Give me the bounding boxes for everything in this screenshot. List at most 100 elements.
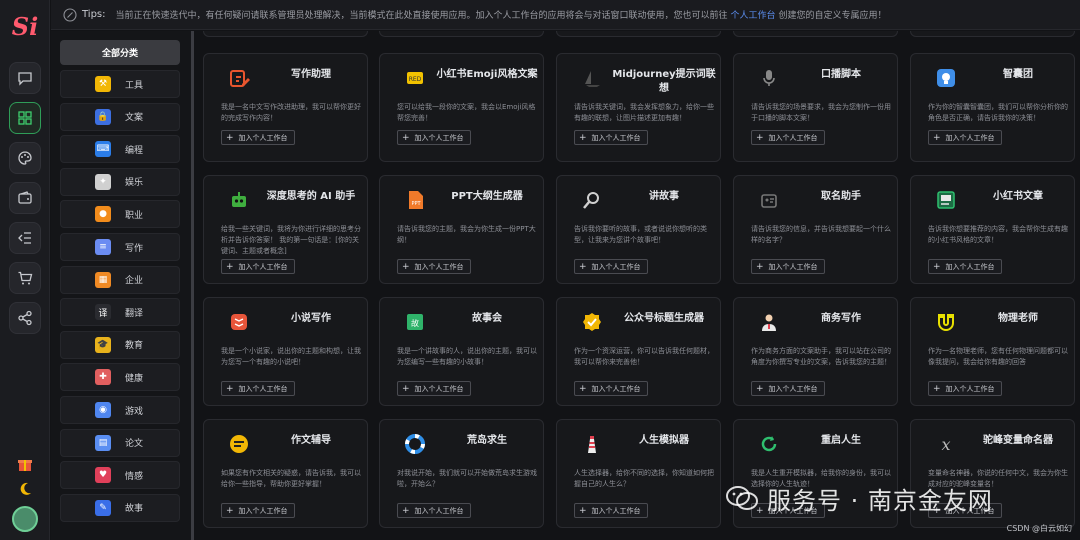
add-to-workspace-button[interactable]: + 加入个人工作台 bbox=[397, 259, 471, 274]
category-item[interactable]: 译 翻译 bbox=[60, 298, 180, 327]
add-to-workspace-button[interactable]: + 加入个人工作台 bbox=[928, 503, 1002, 518]
store-button[interactable] bbox=[9, 262, 41, 294]
category-item[interactable]: 🎓 教育 bbox=[60, 330, 180, 359]
add-to-workspace-button[interactable]: + 加入个人工作台 bbox=[397, 503, 471, 518]
plus-icon: + bbox=[933, 261, 941, 272]
app-card[interactable]: 作文辅导 如果您有作文相关的疑惑，请告诉我，我可以给你一些指导，帮助你更好掌握！ +… bbox=[203, 419, 368, 528]
add-to-workspace-button[interactable]: + 加入个人工作台 bbox=[574, 259, 648, 274]
category-item[interactable]: ≡ 写作 bbox=[60, 233, 180, 261]
add-to-workspace-button[interactable]: + 加入个人工作台 bbox=[751, 259, 825, 274]
plus-icon: + bbox=[933, 383, 941, 394]
app-card[interactable]: 取名助手请告诉我您的信息，并告诉我想要起一个什么样的名字？ + 加入个人工作台 bbox=[733, 175, 898, 284]
category-icon: ✚ bbox=[95, 369, 111, 386]
app-card-title: 荒岛求生 bbox=[467, 435, 507, 446]
moon-icon[interactable] bbox=[16, 480, 34, 498]
app-card[interactable]: 商务写作 作为商务方面的文案助手，我可以站在公司的角度为你撰写专业的文案，告诉我您… bbox=[733, 297, 898, 406]
add-to-workspace-button[interactable]: + 加入个人工作台 bbox=[574, 381, 648, 396]
app-card-title: 智囊团 bbox=[1003, 69, 1033, 80]
app-card-title: 商务写作 bbox=[821, 313, 861, 324]
category-icon: 🔒 bbox=[95, 108, 111, 125]
app-card[interactable]: 写作助理 我是一名中文写作改进助理，我可以帮你更好的完成写作内容！ + 加入个人工作台 bbox=[203, 53, 368, 162]
app-card[interactable]: 物理老师 作为一名物理老师，您有任何物理问题都可以像我提问，我会给你有趣的回答 + 加… bbox=[910, 297, 1075, 406]
app-card[interactable]: 人生模拟器 人生选择器，给你不同的选择，你知道如何把握自己的人生么？ + 加入个人工作… bbox=[556, 419, 721, 528]
add-to-workspace-label: 加入个人工作台 bbox=[768, 262, 818, 271]
category-item[interactable]: ● 职业 bbox=[60, 200, 180, 229]
app-card-partial bbox=[733, 31, 898, 37]
app-card[interactable]: 智囊团 作为你的智囊智囊团，我们可以帮你分析你的角色是否正确，请告诉我你的决策！ +… bbox=[910, 53, 1075, 162]
category-item[interactable]: ✎ 故事 bbox=[60, 493, 180, 522]
app-card[interactable]: 公众号标题生成器 作为一个资深运营，你可以告诉我任何题材，我可以帮你来完善他！ + 加… bbox=[556, 297, 721, 406]
svg-text:PPT: PPT bbox=[411, 201, 421, 207]
app-card-title: 写作助理 bbox=[291, 69, 331, 80]
add-to-workspace-label: 加入个人工作台 bbox=[591, 133, 641, 142]
add-to-workspace-button[interactable]: + 加入个人工作台 bbox=[221, 259, 295, 274]
app-card-title: 小红书文章 bbox=[993, 191, 1043, 202]
category-item[interactable]: ⚒ 工具 bbox=[60, 70, 180, 98]
add-to-workspace-button[interactable]: + 加入个人工作台 bbox=[397, 130, 471, 145]
app-card[interactable]: 故 故事会 我是一个讲故事的人，说出你的主题，我可以为您编写一些有趣的小故事！ + 加入… bbox=[379, 297, 544, 406]
category-all-button[interactable]: 全部分类 bbox=[60, 40, 180, 65]
draw-button[interactable] bbox=[9, 142, 41, 174]
plus-icon: + bbox=[933, 505, 941, 516]
category-item[interactable]: ◉ 游戏 bbox=[60, 396, 180, 424]
share-button[interactable] bbox=[9, 302, 41, 334]
plus-icon: + bbox=[756, 132, 764, 143]
category-item[interactable]: ♥ 情感 bbox=[60, 461, 180, 490]
chat-button[interactable] bbox=[9, 62, 41, 94]
tips-label: Tips: bbox=[82, 9, 106, 20]
app-card[interactable]: 深度思考的 AI 助手 给我一些关键词，我将为你进行详细的思考分析并告诉你答案！ … bbox=[203, 175, 368, 284]
category-item[interactable]: ✦ 娱乐 bbox=[60, 167, 180, 196]
apps-button[interactable] bbox=[9, 102, 41, 134]
app-card-partial bbox=[379, 31, 544, 37]
add-to-workspace-button[interactable]: + 加入个人工作台 bbox=[574, 503, 648, 518]
category-item[interactable]: ⌨ 编程 bbox=[60, 135, 180, 164]
add-to-workspace-button[interactable]: + 加入个人工作台 bbox=[928, 130, 1002, 145]
add-to-workspace-button[interactable]: + 加入个人工作台 bbox=[397, 381, 471, 396]
collapse-button[interactable] bbox=[9, 222, 41, 254]
app-card[interactable]: 口播脚本 请告诉我您的场景要求，我会为您制作一份用于口播的脚本文案！ + 加入个人工作… bbox=[733, 53, 898, 162]
plus-icon: + bbox=[756, 383, 764, 394]
add-to-workspace-button[interactable]: + 加入个人工作台 bbox=[574, 130, 648, 145]
add-to-workspace-button[interactable]: + 加入个人工作台 bbox=[221, 130, 295, 145]
gift-icon[interactable] bbox=[16, 455, 34, 473]
category-icon: ✎ bbox=[95, 499, 111, 516]
app-card[interactable]: 小红书文章 告诉我你想要推荐的内容，我会帮你生成有趣的小红书风格的文章！ + 加入个人… bbox=[910, 175, 1075, 284]
add-to-workspace-button[interactable]: + 加入个人工作台 bbox=[751, 381, 825, 396]
add-to-workspace-label: 加入个人工作台 bbox=[945, 262, 995, 271]
sail-icon bbox=[581, 67, 603, 89]
add-to-workspace-label: 加入个人工作台 bbox=[591, 506, 641, 515]
app-card[interactable]: RED 小红书Emoji风格文案 您可以给我一段你的文案，我会以Emoji风格帮您完… bbox=[379, 53, 544, 162]
add-to-workspace-button[interactable]: + 加入个人工作台 bbox=[928, 381, 1002, 396]
app-card-description: 请告诉我您的信息，并告诉我想要起一个什么样的名字？ bbox=[751, 225, 891, 244]
category-icon: 译 bbox=[95, 304, 111, 321]
app-card[interactable]: 小说写作 我是一个小说家，说出你的主题和构想，让我为您写一个有趣的小说吧！ + 加入个… bbox=[203, 297, 368, 406]
story-book-icon: 故 bbox=[404, 311, 426, 333]
app-card-title: 重启人生 bbox=[821, 435, 861, 446]
add-to-workspace-button[interactable]: + 加入个人工作台 bbox=[221, 381, 295, 396]
category-sidebar: 全部分类 ⚒ 工具 🔒 文案 ⌨ 编程 ✦ 娱乐 ● 职业 ≡ 写作 ▦ 企业译 翻译 🎓 教育 ✚ 健康 ◉ 游戏 ▤ 论… bbox=[51, 31, 191, 540]
app-card-description: 请告诉我您的主题，我会为你生成一份PPT大纲！ bbox=[397, 225, 536, 244]
workspace-link[interactable]: 个人工作台 bbox=[731, 8, 776, 21]
add-to-workspace-button[interactable]: + 加入个人工作台 bbox=[221, 503, 295, 518]
app-card[interactable]: 荒岛求生 对我说开始，我们就可以开始做荒岛求生游戏啦，开始么？ + 加入个人工作台 bbox=[379, 419, 544, 528]
category-label: 娱乐 bbox=[125, 178, 144, 189]
app-card-title: 取名助手 bbox=[821, 191, 861, 202]
avatar[interactable] bbox=[12, 506, 38, 532]
category-item[interactable]: ✚ 健康 bbox=[60, 363, 180, 392]
app-card[interactable]: PPT PPT大纲生成器 请告诉我您的主题，我会为你生成一份PPT大纲！ + 加入个人工… bbox=[379, 175, 544, 284]
add-to-workspace-button[interactable]: + 加入个人工作台 bbox=[751, 503, 825, 518]
category-item[interactable]: ▤ 论文 bbox=[60, 428, 180, 457]
category-label: 写作 bbox=[125, 243, 144, 254]
app-logo[interactable]: Si bbox=[8, 12, 42, 42]
app-card[interactable]: 重启人生 我是人生重开模拟器，给我你的身份，我可以选择你的人生轨迹！ + 加入个人工作… bbox=[733, 419, 898, 528]
plus-icon: + bbox=[579, 261, 587, 272]
app-card[interactable]: 讲故事 告诉我你要听的故事，或者说说你想听的类型，让我来为您讲个故事吧！ + 加入个人… bbox=[556, 175, 721, 284]
add-to-workspace-button[interactable]: + 加入个人工作台 bbox=[928, 259, 1002, 274]
ppt-icon: PPT bbox=[404, 189, 426, 211]
category-item[interactable]: 🔒 文案 bbox=[60, 102, 180, 131]
category-item[interactable]: ▦ 企业 bbox=[60, 265, 180, 294]
wallet-button[interactable] bbox=[9, 182, 41, 214]
app-card[interactable]: Midjourney提示词联想 请告诉我关键词，我会发挥想象力，给你一些有趣的联想… bbox=[556, 53, 721, 162]
app-card[interactable]: x 驼峰变量命名器 变量命名神器，你说的任何中文，我会为你生成对应的驼峰变量名！ + 加… bbox=[910, 419, 1075, 528]
add-to-workspace-button[interactable]: + 加入个人工作台 bbox=[751, 130, 825, 145]
